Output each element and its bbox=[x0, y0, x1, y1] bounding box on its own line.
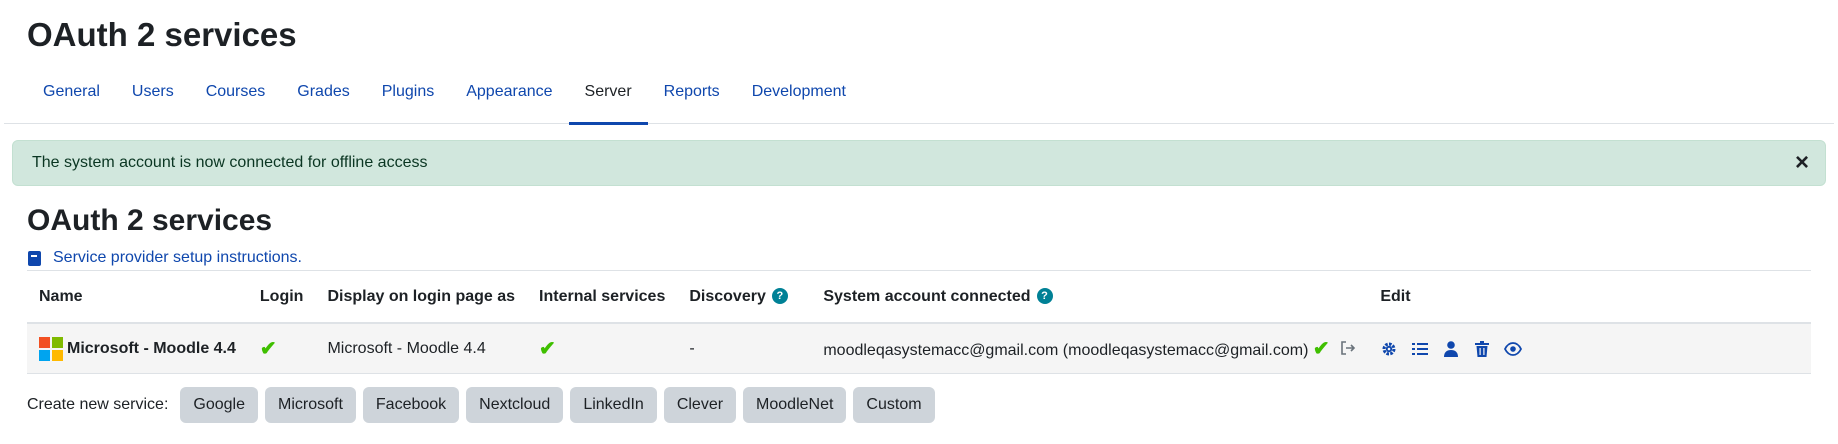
trash-icon[interactable] bbox=[1473, 340, 1491, 358]
tab-users[interactable]: Users bbox=[116, 72, 190, 124]
user-icon[interactable] bbox=[1442, 340, 1460, 358]
header-discovery-cell: Discovery? bbox=[677, 270, 812, 324]
create-nextcloud-button[interactable]: Nextcloud bbox=[466, 387, 564, 423]
create-facebook-button[interactable]: Facebook bbox=[362, 387, 460, 423]
help-icon[interactable]: ? bbox=[771, 288, 788, 305]
section-title: OAuth 2 services bbox=[27, 204, 273, 237]
create-google-button[interactable]: Google bbox=[180, 387, 258, 423]
header-discovery: Discovery bbox=[689, 287, 766, 305]
cell-display: Microsoft - Moodle 4.4 bbox=[315, 323, 528, 374]
header-system-account: System account connected bbox=[823, 287, 1031, 305]
tab-grades[interactable]: Grades bbox=[281, 72, 365, 124]
header-internal: Internal services bbox=[527, 270, 678, 324]
create-microsoft-button[interactable]: Microsoft bbox=[264, 387, 356, 423]
microsoft-logo-icon bbox=[39, 336, 63, 361]
create-service-row: Create new service: Google Microsoft Fac… bbox=[27, 386, 935, 424]
success-alert: The system account is now connected for … bbox=[12, 140, 1826, 186]
admin-nav-tabs: General Users Courses Grades Plugins App… bbox=[4, 72, 1834, 125]
tab-general[interactable]: General bbox=[27, 72, 116, 124]
help-icon[interactable]: ? bbox=[1036, 288, 1053, 305]
cell-name: Microsoft - Moodle 4.4 bbox=[27, 323, 248, 374]
create-service-label: Create new service: bbox=[27, 396, 169, 413]
header-edit: Edit bbox=[1368, 270, 1811, 324]
disconnect-icon[interactable] bbox=[1340, 340, 1356, 361]
alert-message: The system account is now connected for … bbox=[32, 154, 428, 171]
cell-login: ✔ bbox=[247, 323, 316, 374]
tab-plugins[interactable]: Plugins bbox=[366, 72, 450, 124]
tab-server[interactable]: Server bbox=[568, 72, 648, 125]
create-custom-button[interactable]: Custom bbox=[853, 387, 935, 423]
system-account-value: moodleqasystemacc@gmail.com (moodleqasys… bbox=[823, 341, 1309, 359]
header-system-account-cell: System account connected? bbox=[811, 270, 1369, 324]
create-linkedin-button[interactable]: LinkedIn bbox=[570, 387, 657, 423]
book-icon bbox=[28, 250, 41, 266]
create-moodlenet-button[interactable]: MoodleNet bbox=[743, 387, 847, 423]
table-header-row: Name Login Display on login page as Inte… bbox=[27, 270, 1811, 324]
service-name: Microsoft - Moodle 4.4 bbox=[67, 339, 236, 357]
page-title: OAuth 2 services bbox=[27, 16, 297, 53]
cell-system-account: moodleqasystemacc@gmail.com (moodleqasys… bbox=[811, 323, 1369, 374]
create-clever-button[interactable]: Clever bbox=[663, 387, 737, 423]
edit-actions bbox=[1380, 340, 1799, 358]
tab-development[interactable]: Development bbox=[736, 72, 862, 124]
tab-appearance[interactable]: Appearance bbox=[450, 72, 568, 124]
gear-icon[interactable] bbox=[1380, 340, 1398, 358]
tab-reports[interactable]: Reports bbox=[648, 72, 736, 124]
check-icon: ✔ bbox=[539, 338, 556, 360]
check-icon: ✔ bbox=[259, 338, 277, 360]
tab-courses[interactable]: Courses bbox=[190, 72, 282, 124]
header-display: Display on login page as bbox=[315, 270, 528, 324]
check-icon: ✔ bbox=[1312, 337, 1330, 360]
close-icon[interactable]: × bbox=[1795, 141, 1809, 185]
services-table: Name Login Display on login page as Inte… bbox=[27, 270, 1811, 374]
cell-edit bbox=[1368, 323, 1811, 374]
table-row: Microsoft - Moodle 4.4 ✔ Microsoft - Moo… bbox=[27, 323, 1811, 374]
header-login: Login bbox=[247, 270, 316, 324]
eye-icon[interactable] bbox=[1504, 340, 1523, 358]
page: OAuth 2 services General Users Courses G… bbox=[0, 0, 1838, 444]
instructions-link-row[interactable]: Service provider setup instructions. bbox=[28, 247, 302, 269]
instructions-link[interactable]: Service provider setup instructions. bbox=[53, 249, 302, 267]
list-icon[interactable] bbox=[1411, 340, 1429, 358]
cell-internal: ✔ bbox=[527, 323, 678, 374]
header-name: Name bbox=[27, 270, 248, 324]
cell-discovery: - bbox=[677, 323, 812, 374]
